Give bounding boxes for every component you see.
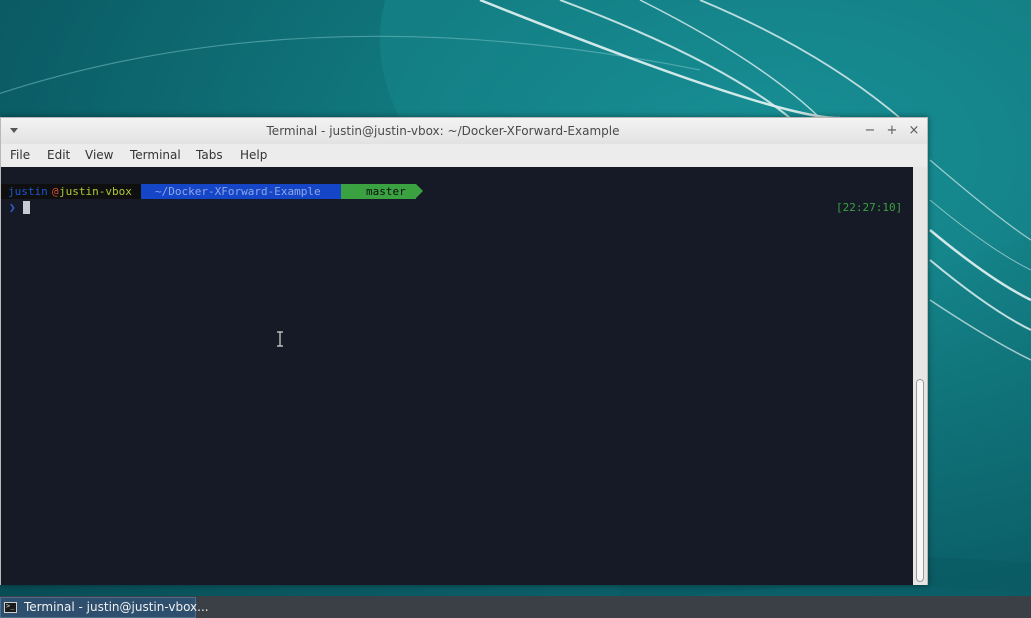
menu-help[interactable]: Help (240, 144, 267, 166)
prompt-chevron-icon: ❯ (9, 200, 16, 215)
taskbar: >_ Terminal - justin@justin-vbox... (0, 596, 1031, 618)
menu-terminal[interactable]: Terminal (130, 144, 181, 166)
menu-bar: File Edit View Terminal Tabs Help (1, 144, 927, 166)
mouse-ibeam-icon (275, 331, 285, 347)
desktop: Terminal - justin@justin-vbox: ~/Docker-… (0, 0, 1031, 618)
minimize-button[interactable]: − (861, 122, 879, 140)
title-bar[interactable]: Terminal - justin@justin-vbox: ~/Docker-… (1, 118, 927, 144)
maximize-button[interactable]: + (883, 122, 901, 140)
prompt-branch: master (366, 184, 406, 199)
taskbar-item-terminal[interactable]: >_ Terminal - justin@justin-vbox... (0, 597, 196, 618)
prompt-user: justin (8, 184, 48, 199)
prompt-path: ~/Docker-XForward-Example (155, 184, 321, 199)
vertical-scrollbar[interactable] (913, 167, 927, 585)
menu-edit[interactable]: Edit (47, 144, 70, 166)
command-input-line[interactable]: ❯ [22:27:10] (1, 200, 913, 215)
window-title: Terminal - justin@justin-vbox: ~/Docker-… (1, 118, 885, 144)
scrollbar-thumb[interactable] (916, 379, 924, 582)
taskbar-item-label: Terminal - justin@justin-vbox... (24, 598, 209, 617)
terminal-output[interactable]: justin @ justin-vbox ~/Docker-XForward-E… (1, 167, 913, 585)
prompt-host: justin-vbox (59, 184, 132, 199)
prompt-git-separator (416, 184, 423, 198)
terminal-window[interactable]: Terminal - justin@justin-vbox: ~/Docker-… (0, 117, 928, 585)
terminal-icon: >_ (4, 602, 17, 613)
prompt-at: @ (52, 184, 59, 199)
menu-tabs[interactable]: Tabs (196, 144, 223, 166)
terminal-icon-glyph: >_ (6, 602, 14, 610)
close-button[interactable]: × (905, 122, 923, 140)
text-cursor (23, 201, 30, 214)
menu-view[interactable]: View (85, 144, 113, 166)
menu-file[interactable]: File (10, 144, 30, 166)
prompt-clock: [22:27:10] (836, 200, 902, 215)
